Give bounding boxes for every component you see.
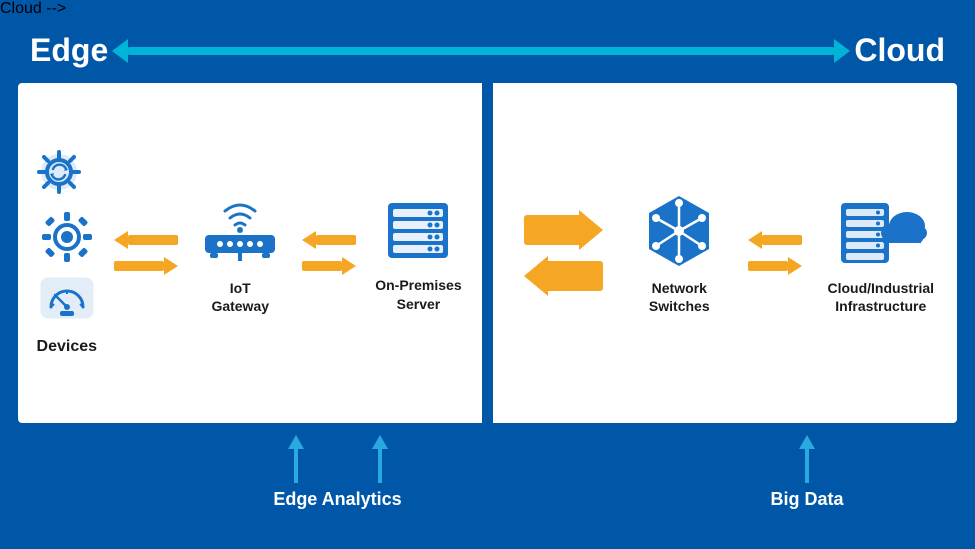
bottom-area: Edge Analytics Big Data — [18, 435, 957, 525]
network-switches-component: Network Switches — [637, 191, 722, 315]
devices-gateway-arrows — [114, 231, 178, 275]
edge-analytics-arrow-right — [368, 435, 392, 483]
on-premises-component: On-Premises Server — [373, 193, 463, 312]
iot-gateway-icon — [195, 191, 285, 271]
arrow-left-2 — [302, 257, 356, 275]
big-data-section: Big Data — [657, 435, 957, 510]
edge-analytics-section: Edge Analytics — [18, 435, 657, 510]
edge-cloud-arrow — [126, 47, 836, 55]
arrow-right-3 — [748, 231, 802, 249]
top-bar: Edge Cloud — [0, 18, 975, 83]
devices-label: Devices — [37, 338, 98, 356]
devices-icons — [37, 150, 97, 324]
arrow-left-1 — [114, 257, 178, 275]
devices-component: Devices — [37, 150, 98, 356]
main-diagram: Devices — [18, 83, 957, 423]
edge-analytics-label: Edge Analytics — [273, 489, 401, 510]
arrow-right-1 — [114, 231, 178, 249]
on-premises-label: On-Premises Server — [375, 276, 461, 312]
cloud-infra-label: Cloud/Industrial Infrastructure — [828, 279, 935, 315]
big-data-arrow — [795, 435, 819, 483]
cloud-infra-icon — [831, 191, 931, 271]
big-data-label: Big Data — [770, 489, 843, 510]
device-icon-2 — [37, 207, 97, 267]
cloud-infra-component: Cloud/Industrial Infrastructure — [828, 191, 935, 315]
network-switches-icon — [637, 191, 722, 271]
edge-label: Edge — [30, 32, 108, 69]
server-network-arrows — [524, 210, 603, 296]
cloud-label: Cloud — [854, 32, 945, 69]
device-icon-3 — [37, 269, 97, 324]
edge-analytics-arrows — [284, 435, 392, 483]
big-arrow-left — [524, 256, 603, 296]
right-panel: Network Switches — [493, 83, 957, 423]
edge-analytics-arrow-left — [284, 435, 308, 483]
gateway-server-arrows — [302, 231, 356, 275]
iot-gateway-label: IoT Gateway — [211, 279, 269, 315]
left-panel: Devices — [18, 83, 485, 423]
iot-gateway-component: IoT Gateway — [195, 191, 285, 315]
arrow-left-3 — [748, 257, 802, 275]
network-cloud-arrows — [748, 231, 802, 275]
big-arrow-right — [524, 210, 603, 250]
network-switches-label: Network Switches — [649, 279, 710, 315]
device-icon-1 — [37, 150, 97, 205]
on-premises-icon — [373, 193, 463, 268]
arrow-right-2 — [302, 231, 356, 249]
